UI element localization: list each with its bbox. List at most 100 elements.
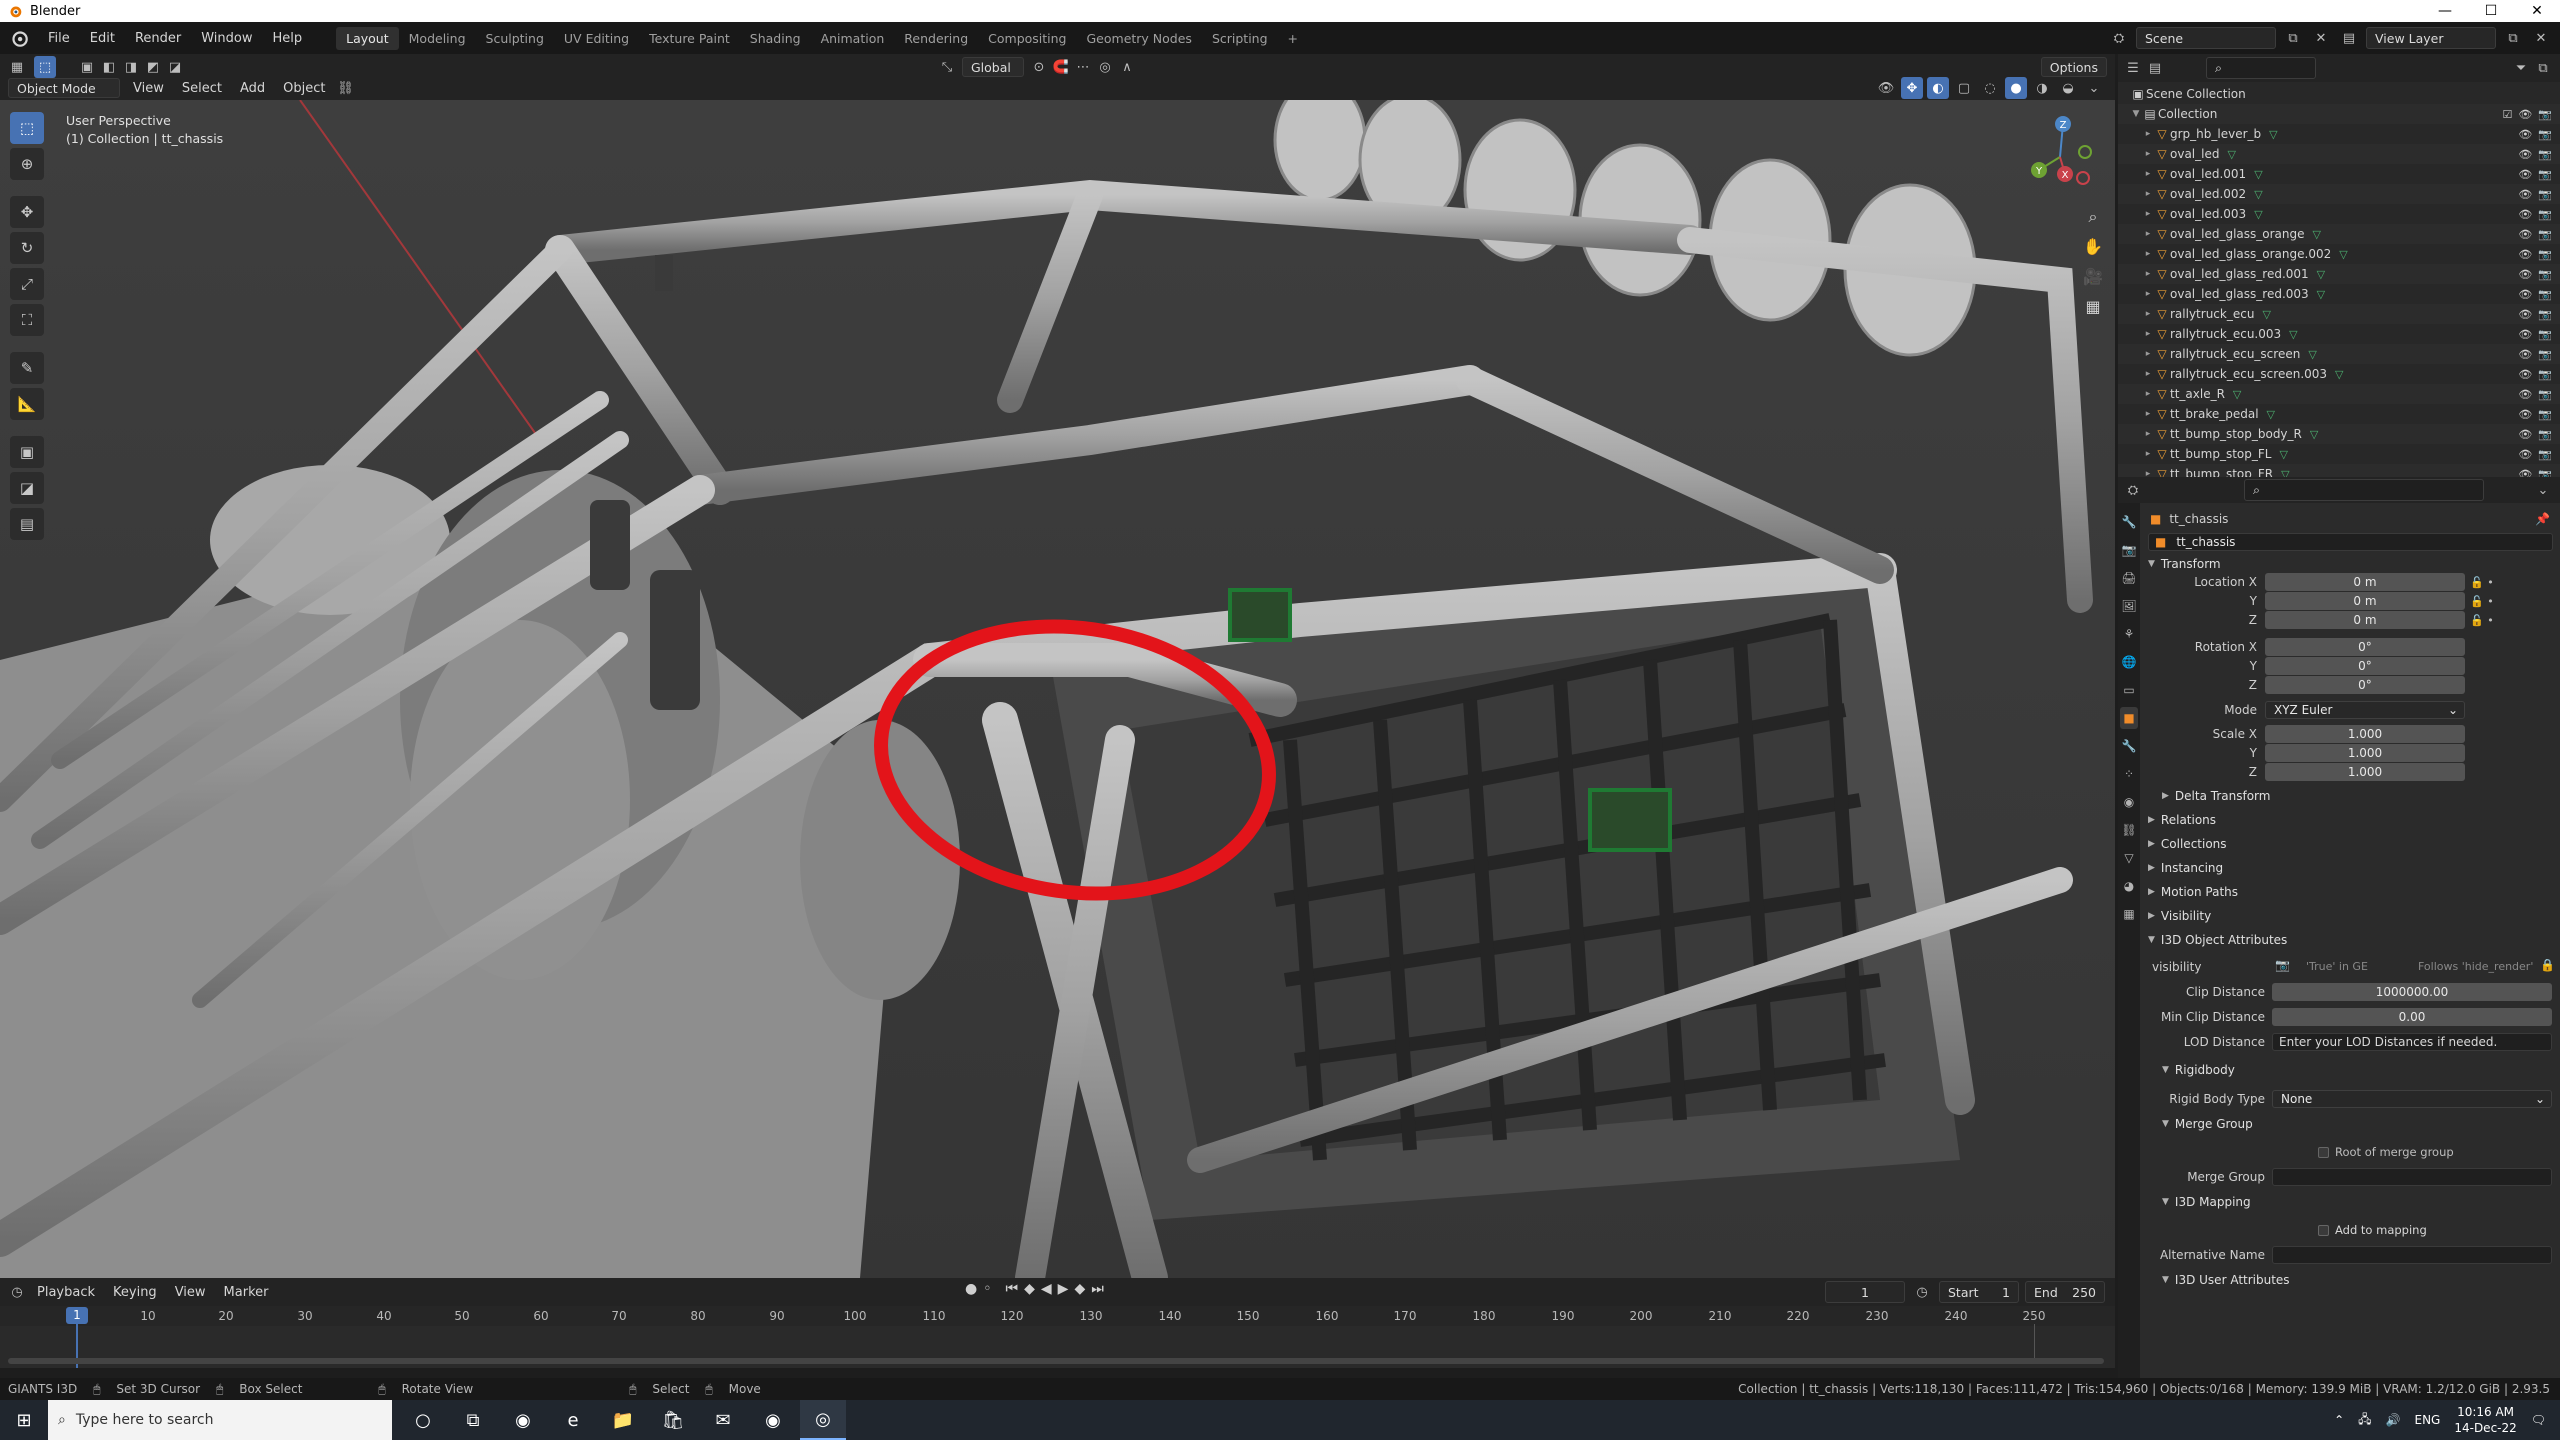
windows-start-icon[interactable]: ⊞ bbox=[0, 1400, 48, 1440]
pivot-point-icon[interactable]: ⊙ bbox=[1028, 56, 1050, 78]
viewport-menu-view[interactable]: View bbox=[124, 81, 173, 96]
render-camera-icon[interactable]: 📷 bbox=[2538, 128, 2552, 141]
tool-tab-icon[interactable]: 🔧 bbox=[2120, 511, 2138, 533]
outliner-item[interactable]: ▸ ▽ rallytruck_ecu_screen ▽ 👁 📷 bbox=[2118, 344, 2560, 364]
expand-triangle-icon[interactable]: ▸ bbox=[2142, 249, 2154, 259]
hide-eye-icon[interactable]: 👁 bbox=[2518, 128, 2532, 141]
transform-orientation-icon[interactable]: ⤡ bbox=[936, 56, 958, 78]
location-z-field[interactable]: 0 m bbox=[2265, 611, 2465, 629]
chrome-window-icon[interactable]: ◉ bbox=[750, 1400, 796, 1440]
visibility-filter-icon[interactable]: 👁 bbox=[1875, 77, 1897, 99]
view-layer-selector[interactable]: View Layer bbox=[2366, 27, 2496, 49]
hide-eye-icon[interactable]: 👁 bbox=[2518, 408, 2532, 421]
collection-tab-icon[interactable]: ▭ bbox=[2120, 679, 2138, 701]
render-camera-icon[interactable]: 📷 bbox=[2538, 468, 2552, 478]
jump-next-keyframe-icon[interactable]: ◆ bbox=[1074, 1281, 1085, 1297]
expand-triangle-icon[interactable]: ▸ bbox=[2142, 429, 2154, 439]
view-layer-icon[interactable]: ▤ bbox=[2338, 27, 2360, 49]
proportional-falloff-icon[interactable]: ∧ bbox=[1116, 56, 1138, 78]
render-tab-icon[interactable]: 📷 bbox=[2120, 539, 2138, 561]
new-collection-icon[interactable]: ⧉ bbox=[2532, 57, 2554, 79]
render-camera-icon[interactable]: 📷 bbox=[2538, 108, 2552, 121]
expand-triangle-icon[interactable]: ▸ bbox=[2142, 289, 2154, 299]
expand-triangle-icon[interactable]: ▸ bbox=[2142, 149, 2154, 159]
select-box-tool-icon[interactable]: ⬚ bbox=[10, 112, 44, 144]
render-camera-icon[interactable]: 📷 bbox=[2538, 288, 2552, 301]
playhead-frame-label[interactable]: 1 bbox=[66, 1307, 88, 1324]
outliner-item[interactable]: ▸ ▽ tt_axle_R ▽ 👁 📷 bbox=[2118, 384, 2560, 404]
outliner-item[interactable]: ▸ ▽ rallytruck_ecu.003 ▽ 👁 📷 bbox=[2118, 324, 2560, 344]
rotation-y-field[interactable]: 0° bbox=[2265, 657, 2465, 675]
jump-prev-keyframe-icon[interactable]: ◆ bbox=[1024, 1281, 1035, 1297]
new-view-layer-icon[interactable]: ⧉ bbox=[2502, 27, 2524, 49]
solid-shading-icon[interactable]: ● bbox=[2005, 77, 2027, 99]
tab-layout[interactable]: Layout bbox=[336, 26, 399, 50]
motion-paths-section[interactable]: ▶ Motion Paths bbox=[2148, 885, 2238, 899]
delete-scene-icon[interactable]: ✕ bbox=[2310, 27, 2332, 49]
scene-tab-icon[interactable]: ⚘ bbox=[2120, 623, 2138, 645]
select-box-extend-icon[interactable]: ◧ bbox=[98, 56, 120, 78]
wireframe-shading-icon[interactable]: ◌ bbox=[1979, 77, 2001, 99]
outliner-item[interactable]: ▸ ▽ tt_brake_pedal ▽ 👁 📷 bbox=[2118, 404, 2560, 424]
xray-icon[interactable]: ▢ bbox=[1953, 77, 1975, 99]
chrome-icon[interactable]: ◉ bbox=[500, 1400, 546, 1440]
current-frame-field[interactable]: 1 bbox=[1825, 1281, 1905, 1303]
new-scene-icon[interactable]: ⧉ bbox=[2282, 27, 2304, 49]
outliner-item[interactable]: ▸ ▽ rallytruck_ecu_screen.003 ▽ 👁 📷 bbox=[2118, 364, 2560, 384]
object-name-field[interactable]: ■ tt_chassis bbox=[2148, 533, 2553, 551]
root-of-merge-group-checkbox[interactable]: Root of merge group bbox=[2318, 1145, 2454, 1159]
i3d-user-attributes-section[interactable]: ▼ I3D User Attributes bbox=[2162, 1273, 2290, 1287]
select-box-new-icon[interactable]: ▣ bbox=[76, 56, 98, 78]
particles-tab-icon[interactable]: ⁘ bbox=[2120, 763, 2138, 785]
rotation-mode-dropdown[interactable]: XYZ Euler ⌄ bbox=[2265, 701, 2465, 719]
properties-editor-type-icon[interactable]: ⛭ bbox=[2122, 479, 2144, 501]
hide-eye-icon[interactable]: 👁 bbox=[2518, 228, 2532, 241]
alternative-name-input[interactable] bbox=[2272, 1246, 2552, 1264]
3d-viewport[interactable]: User Perspective (1) Collection | tt_cha… bbox=[0, 100, 2115, 1278]
jump-end-icon[interactable]: ⏭ bbox=[1091, 1281, 1104, 1297]
expand-triangle-icon[interactable]: ▸ bbox=[2142, 209, 2154, 219]
expand-triangle-icon[interactable]: ▸ bbox=[2142, 389, 2154, 399]
lock-icon[interactable]: 🔓 • bbox=[2470, 611, 2510, 630]
tab-uv-editing[interactable]: UV Editing bbox=[554, 27, 639, 50]
hide-eye-icon[interactable]: 👁 bbox=[2518, 288, 2532, 301]
timeline-menu-view[interactable]: View bbox=[166, 1285, 215, 1300]
outliner-item[interactable]: ▸ ▽ rallytruck_ecu ▽ 👁 📷 bbox=[2118, 304, 2560, 324]
hide-eye-icon[interactable]: 👁 bbox=[2518, 328, 2532, 341]
menu-file[interactable]: File bbox=[38, 31, 80, 46]
rendered-shading-icon[interactable]: ◒ bbox=[2057, 77, 2079, 99]
volume-icon[interactable]: 🔊 bbox=[2386, 1413, 2401, 1427]
filter-icon[interactable]: ⏷ bbox=[2510, 57, 2532, 79]
add-cube-tool-icon[interactable]: ▣ bbox=[10, 436, 44, 468]
timeline-scrollbar[interactable] bbox=[8, 1358, 2104, 1364]
proportional-edit-icon[interactable]: ◎ bbox=[1094, 56, 1116, 78]
outliner-item[interactable]: ▸ ▽ oval_led.001 ▽ 👁 📷 bbox=[2118, 164, 2560, 184]
timeline-menu-marker[interactable]: Marker bbox=[215, 1285, 278, 1300]
min-clip-distance-field[interactable]: 0.00 bbox=[2272, 1008, 2552, 1026]
taskbar-search-box[interactable]: ⌕ Type here to search bbox=[48, 1400, 392, 1440]
delete-view-layer-icon[interactable]: ✕ bbox=[2530, 27, 2552, 49]
tab-geometry-nodes[interactable]: Geometry Nodes bbox=[1077, 27, 1202, 50]
menu-window[interactable]: Window bbox=[191, 31, 262, 46]
hide-eye-icon[interactable]: 👁 bbox=[2518, 428, 2532, 441]
visibility-section[interactable]: ▶ Visibility bbox=[2148, 909, 2211, 923]
transform-tool-icon[interactable]: ⛶ bbox=[10, 304, 44, 336]
exclude-checkbox-icon[interactable]: ☑ bbox=[2502, 108, 2512, 121]
use-preview-range-icon[interactable]: ◷ bbox=[1911, 1281, 1933, 1303]
frame-ruler[interactable]: 10 20 30 40 50 60 70 80 90 100 110 120 1… bbox=[0, 1306, 2115, 1326]
timeline-menu-playback[interactable]: Playback bbox=[28, 1285, 104, 1300]
scene-icon[interactable]: ⛭ bbox=[2108, 27, 2130, 49]
instancing-section[interactable]: ▶ Instancing bbox=[2148, 861, 2223, 875]
play-icon[interactable]: ▶ bbox=[1058, 1281, 1069, 1297]
hide-eye-icon[interactable]: 👁 bbox=[2518, 188, 2532, 201]
collection-row[interactable]: ▼ ▤ Collection ☑ 👁 📷 bbox=[2118, 104, 2560, 124]
edge-icon[interactable]: e bbox=[550, 1400, 596, 1440]
menu-edit[interactable]: Edit bbox=[80, 31, 125, 46]
lock-icon[interactable]: 🔓 • bbox=[2470, 573, 2510, 592]
expand-triangle-icon[interactable]: ▸ bbox=[2142, 329, 2154, 339]
task-view-icon[interactable]: ⧉ bbox=[450, 1400, 496, 1440]
rigidbody-section[interactable]: ▼ Rigidbody bbox=[2162, 1063, 2235, 1077]
location-y-field[interactable]: 0 m bbox=[2265, 592, 2465, 610]
lod-distance-input[interactable]: Enter your LOD Distances if needed. bbox=[2272, 1033, 2552, 1051]
render-camera-icon[interactable]: 📷 bbox=[2538, 448, 2552, 461]
